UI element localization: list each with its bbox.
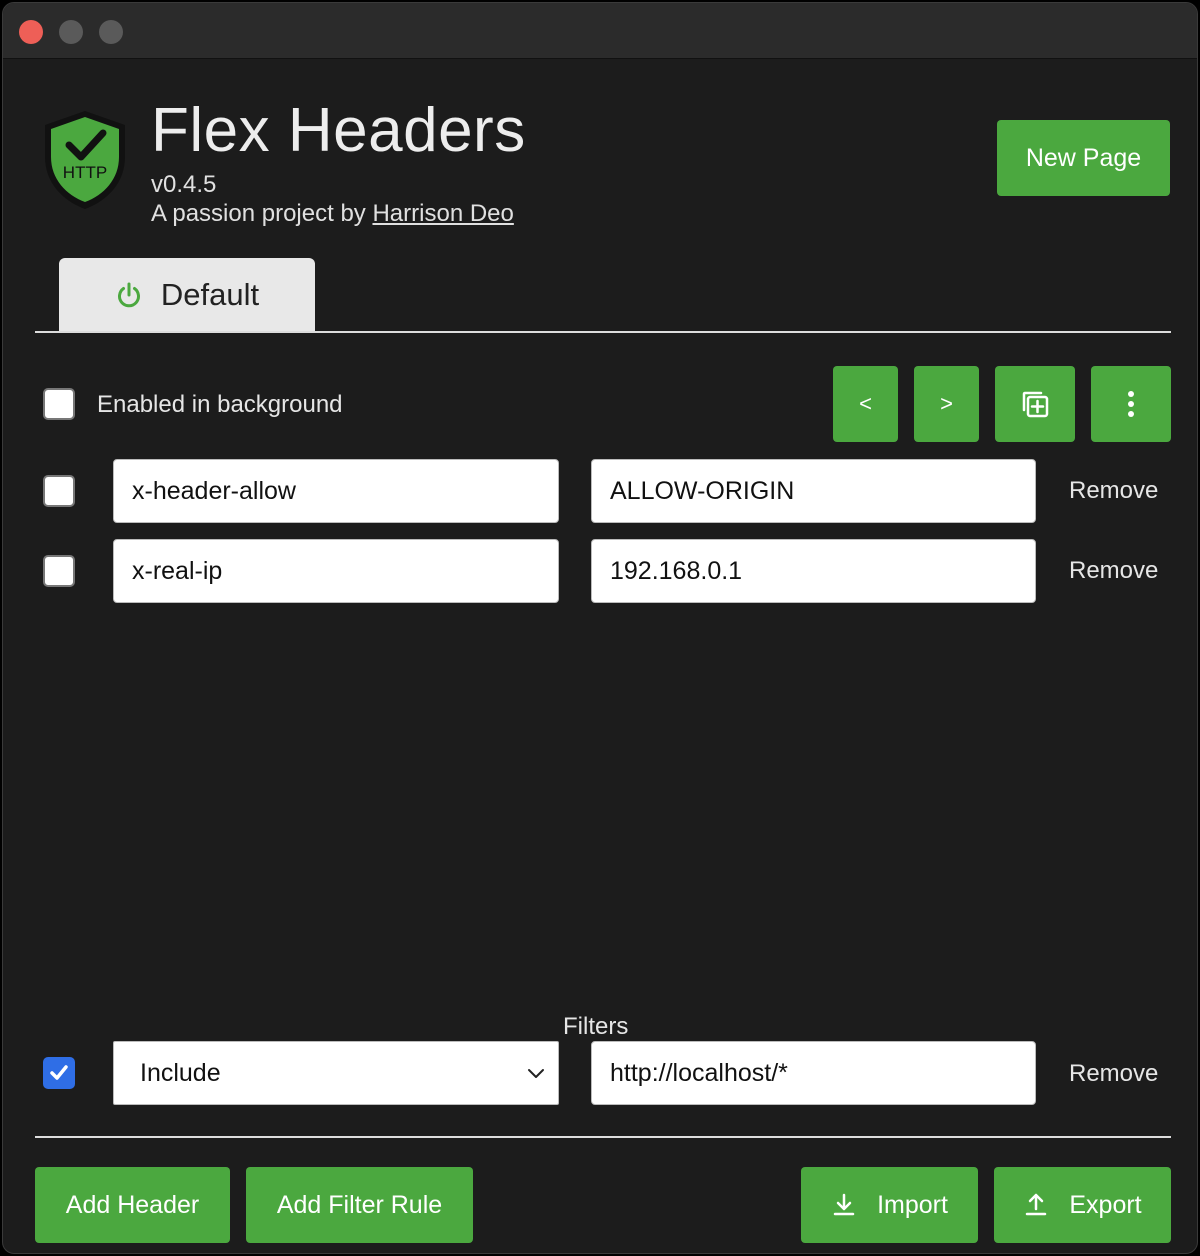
remove-header-button[interactable]: Remove <box>1069 477 1158 505</box>
header-name-input[interactable] <box>113 539 559 603</box>
download-icon <box>833 1193 855 1216</box>
logo-text: HTTP <box>63 163 107 182</box>
duplicate-page-button[interactable] <box>995 366 1075 442</box>
header-name-input[interactable] <box>113 459 559 523</box>
filter-type-value: Include <box>140 1058 221 1087</box>
filter-rule-checkbox[interactable] <box>43 1057 75 1089</box>
new-page-button[interactable]: New Page <box>997 120 1170 196</box>
remove-filter-button[interactable]: Remove <box>1069 1060 1158 1088</box>
enabled-background-label: Enabled in background <box>97 391 343 418</box>
filter-pattern-input[interactable] <box>591 1041 1036 1105</box>
author-link[interactable]: Harrison Deo <box>372 200 513 227</box>
prev-page-button[interactable]: < <box>833 366 898 442</box>
power-icon <box>117 282 140 308</box>
add-header-button[interactable]: Add Header <box>35 1167 230 1243</box>
export-button[interactable]: Export <box>994 1167 1171 1243</box>
more-vertical-icon <box>1128 391 1134 417</box>
header-row-checkbox[interactable] <box>43 555 75 587</box>
filters-section-label: Filters <box>563 1013 629 1040</box>
add-filter-rule-button[interactable]: Add Filter Rule <box>246 1167 473 1243</box>
app-title: Flex Headers <box>151 96 526 165</box>
title-bar <box>3 3 1197 59</box>
more-options-button[interactable] <box>1091 366 1171 442</box>
http-shield-logo-icon: HTTP <box>45 111 125 209</box>
enabled-background-checkbox[interactable] <box>43 388 75 420</box>
header-value-input[interactable] <box>591 459 1036 523</box>
next-page-button[interactable]: > <box>914 366 979 442</box>
export-label: Export <box>1069 1190 1142 1219</box>
maximize-window-button[interactable] <box>99 20 123 44</box>
import-label: Import <box>877 1190 948 1219</box>
app-window: HTTP Flex Headers v0.4.5 A passion proje… <box>2 2 1198 1254</box>
filter-type-select[interactable]: Include <box>113 1041 559 1105</box>
tab-default[interactable]: Default <box>59 258 315 332</box>
remove-header-button[interactable]: Remove <box>1069 557 1158 585</box>
byline: A passion project by Harrison Deo <box>151 200 514 228</box>
minimize-window-button[interactable] <box>59 20 83 44</box>
byline-prefix: A passion project by <box>151 200 373 227</box>
checkmark-icon <box>50 1065 68 1080</box>
close-window-button[interactable] <box>19 20 43 44</box>
duplicate-icon <box>1022 391 1049 418</box>
footer-divider <box>35 1136 1171 1138</box>
header-row-checkbox[interactable] <box>43 475 75 507</box>
import-button[interactable]: Import <box>801 1167 978 1243</box>
tab-label: Default <box>160 277 260 312</box>
upload-icon <box>1026 1193 1047 1216</box>
app-version: v0.4.5 <box>151 171 217 198</box>
header-value-input[interactable] <box>591 539 1036 603</box>
tab-divider <box>35 331 1171 333</box>
chevron-down-icon <box>528 1069 544 1078</box>
